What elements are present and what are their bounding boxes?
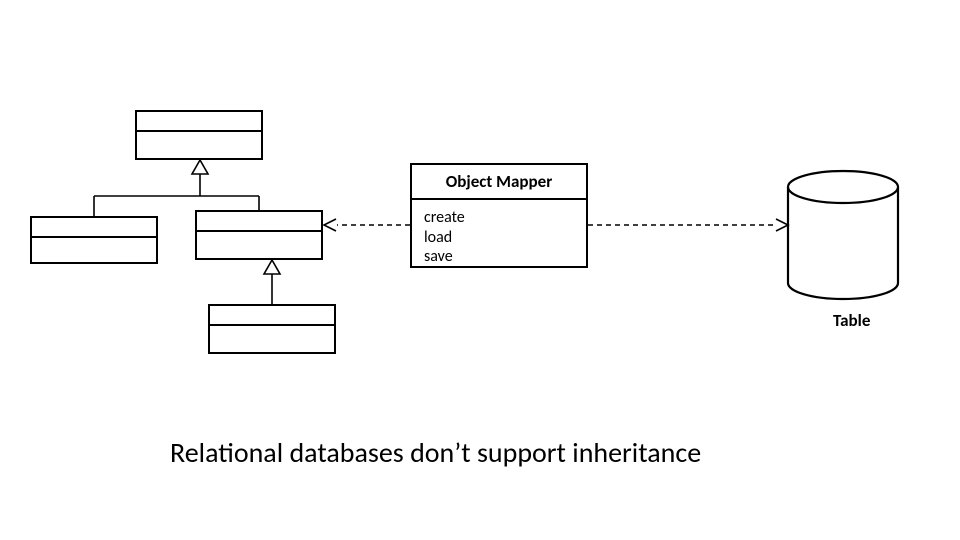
uml-class-left (30, 216, 158, 264)
object-mapper-op: create (424, 208, 574, 228)
object-mapper-op: save (424, 247, 574, 267)
uml-class-top (135, 110, 263, 160)
db-table-label: Table (833, 310, 870, 331)
uml-class-bottom (208, 304, 336, 354)
uml-class-right (195, 210, 323, 260)
dashed-link-classes-arrowhead-icon (324, 219, 336, 231)
object-mapper-op: load (424, 228, 574, 248)
generalization-bottom-to-right (264, 260, 280, 304)
object-mapper-body: create load save (412, 200, 586, 277)
object-mapper-title: Object Mapper (412, 165, 586, 200)
object-mapper-box: Object Mapper create load save (410, 163, 588, 268)
diagram-stage: Object Mapper create load save Table Rel… (0, 0, 960, 540)
dashed-link-db-arrowhead-icon (776, 219, 788, 231)
generalization-left-to-top (94, 160, 259, 216)
diagram-caption: Relational databases don’t support inher… (170, 435, 701, 470)
database-cylinder-icon (788, 171, 898, 299)
